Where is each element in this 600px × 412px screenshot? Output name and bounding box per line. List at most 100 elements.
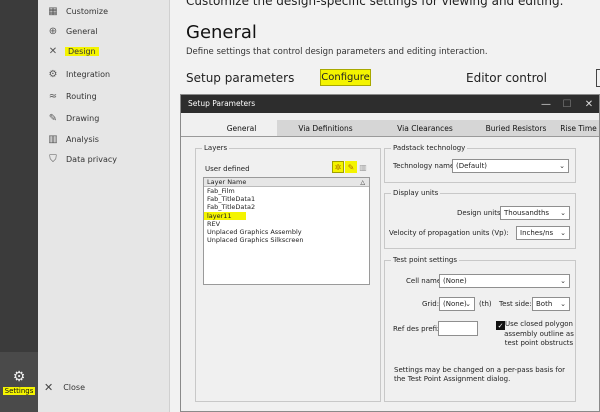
nav-item-integration[interactable]: ⚙ Integration <box>38 63 170 85</box>
editor-control-label: Editor control <box>466 71 547 85</box>
globe-icon: ⊕ <box>48 25 58 37</box>
shield-icon: ⛉ <box>49 153 57 165</box>
technology-name-select[interactable]: (Default) ⌄ <box>452 159 569 173</box>
setup-parameters-label: Setup parameters <box>186 71 295 85</box>
nav-item-routing[interactable]: ≈ Routing <box>38 85 170 107</box>
nav-item-design[interactable]: ✕ Design <box>38 40 170 62</box>
nav-item-customize[interactable]: ▦ Customize <box>38 0 170 22</box>
list-item[interactable]: Fab_Film <box>204 187 369 195</box>
velocity-units-value: Inches/ns <box>520 229 554 237</box>
gear-icon: ⚙ <box>12 369 26 385</box>
design-units-value: Thousandths <box>504 209 550 217</box>
nav-label: Data privacy <box>66 154 118 164</box>
list-item-highlighted[interactable]: layer11 <box>204 211 246 220</box>
sort-arrow-icon: △ <box>360 179 365 186</box>
list-item[interactable]: Fab_TitleData2 <box>204 203 369 211</box>
velocity-units-label: Velocity of propagation units (Vp): <box>389 229 509 237</box>
tab-label: Via Definitions <box>298 123 353 133</box>
ref-des-prefix-label: Ref des prefix: <box>393 325 444 333</box>
display-units-legend: Display units <box>393 189 439 197</box>
velocity-units-select[interactable]: Inches/ns ⌄ <box>516 226 570 240</box>
page-description: Define settings that control design para… <box>186 47 488 57</box>
settings-nav-pane: ▦ Customize ⊕ General ✕ Design ⚙ Integra… <box>38 0 170 412</box>
grid-value: (None) <box>443 300 467 308</box>
padstack-legend: Padstack technology <box>393 144 466 152</box>
tab-rise-time[interactable]: Rise Time <box>556 120 599 136</box>
layers-legend: Layers <box>204 144 228 152</box>
nav-label: Drawing <box>66 113 100 123</box>
edit-layer-icon[interactable]: ✎ <box>345 161 357 173</box>
dialog-close-icon[interactable]: ✕ <box>581 96 597 112</box>
tab-general[interactable]: General <box>206 120 277 136</box>
nav-item-drawing[interactable]: ✎ Drawing <box>38 107 170 129</box>
design-units-label: Design units: <box>457 209 503 217</box>
chevron-down-icon: ⌄ <box>560 229 566 237</box>
settings-label: Settings <box>2 387 36 395</box>
nav-label: Analysis <box>66 134 99 144</box>
settings-button[interactable]: ⚙ Settings <box>0 367 38 399</box>
chevron-down-icon: ⌄ <box>560 277 566 285</box>
minimize-icon[interactable]: — <box>538 96 554 112</box>
close-button[interactable]: ✕ Close <box>44 381 85 394</box>
cell-name-label: Cell name: <box>406 277 444 285</box>
nav-item-analysis[interactable]: ▥ Analysis <box>38 128 170 150</box>
nav-label-selected: Design <box>65 46 99 56</box>
tab-via-clearances[interactable]: Via Clearances <box>374 120 476 136</box>
chevron-down-icon: ⌄ <box>560 300 566 308</box>
tab-label: Via Clearances <box>397 123 453 133</box>
tab-buried-resistors[interactable]: Buried Resistors <box>476 120 556 136</box>
design-units-select[interactable]: Thousandths ⌄ <box>500 206 570 220</box>
delete-layer-icon[interactable]: ▥ <box>357 161 369 173</box>
list-item[interactable]: Fab_TitleData1 <box>204 195 369 203</box>
use-closed-polygon-label: Use closed polygon assembly outline as t… <box>504 320 574 347</box>
layer-list[interactable]: Layer Name △ Fab_Film Fab_TitleData1 Fab… <box>203 177 370 285</box>
nav-label: Integration <box>66 69 111 79</box>
page-title: General <box>186 22 257 43</box>
tab-divider <box>181 136 599 137</box>
grid-unit-label: (th) <box>479 300 492 308</box>
cell-name-select[interactable]: (None) ⌄ <box>439 274 570 288</box>
configure-button[interactable]: Configure <box>320 69 371 86</box>
nav-label: Customize <box>66 6 108 16</box>
nav-item-data-privacy[interactable]: ⛉ Data privacy <box>38 148 170 170</box>
app-left-strip <box>0 0 38 412</box>
analysis-icon: ▥ <box>48 133 58 145</box>
technology-name-label: Technology name: <box>393 162 457 170</box>
cut-off-control <box>596 69 600 87</box>
ref-des-prefix-input[interactable] <box>438 321 478 336</box>
close-icon: ✕ <box>44 381 54 394</box>
tab-via-definitions[interactable]: Via Definitions <box>277 120 374 136</box>
cell-name-value: (None) <box>443 277 467 285</box>
maximize-icon[interactable]: ☐ <box>559 96 575 112</box>
routing-icon: ≈ <box>48 90 58 102</box>
setup-parameters-dialog: Setup Parameters — ☐ ✕ General Via Defin… <box>180 94 600 412</box>
customize-icon: ▦ <box>48 5 58 17</box>
nav-item-general[interactable]: ⊕ General <box>38 20 170 42</box>
tab-label: Buried Resistors <box>485 123 547 133</box>
new-layer-icon[interactable]: ✲ <box>332 161 344 173</box>
layer-list-header[interactable]: Layer Name △ <box>204 178 369 187</box>
list-item[interactable]: Unplaced Graphics Assembly <box>204 228 369 236</box>
technology-name-value: (Default) <box>456 162 488 170</box>
test-point-note: Settings may be changed on a per-pass ba… <box>394 366 566 383</box>
test-side-label: Test side: <box>499 300 532 308</box>
test-side-select[interactable]: Both ⌄ <box>532 297 570 311</box>
chevron-down-icon: ⌄ <box>559 162 565 170</box>
list-item[interactable]: Unplaced Graphics Silkscreen <box>204 236 369 244</box>
test-point-legend: Test point settings <box>393 256 458 264</box>
dialog-tabs: General Via Definitions Via Clearances B… <box>181 120 599 136</box>
grid-select[interactable]: (None) ⌄ <box>439 297 475 311</box>
chevron-down-icon: ⌄ <box>560 209 566 217</box>
layers-selection-label: User defined <box>205 165 250 173</box>
tab-label: Rise Time <box>560 123 597 133</box>
drawing-icon: ✎ <box>48 112 58 124</box>
dialog-titlebar: Setup Parameters — ☐ ✕ <box>181 95 599 113</box>
close-label: Close <box>63 383 86 392</box>
dialog-title: Setup Parameters <box>188 99 256 108</box>
list-item[interactable]: REV <box>204 220 369 228</box>
test-side-value: Both <box>536 300 553 308</box>
integration-icon: ⚙ <box>48 68 58 80</box>
page-subtitle: Customize the design-specific settings f… <box>186 0 564 8</box>
nav-label: General <box>66 26 98 36</box>
column-header-label: Layer Name <box>207 178 247 186</box>
